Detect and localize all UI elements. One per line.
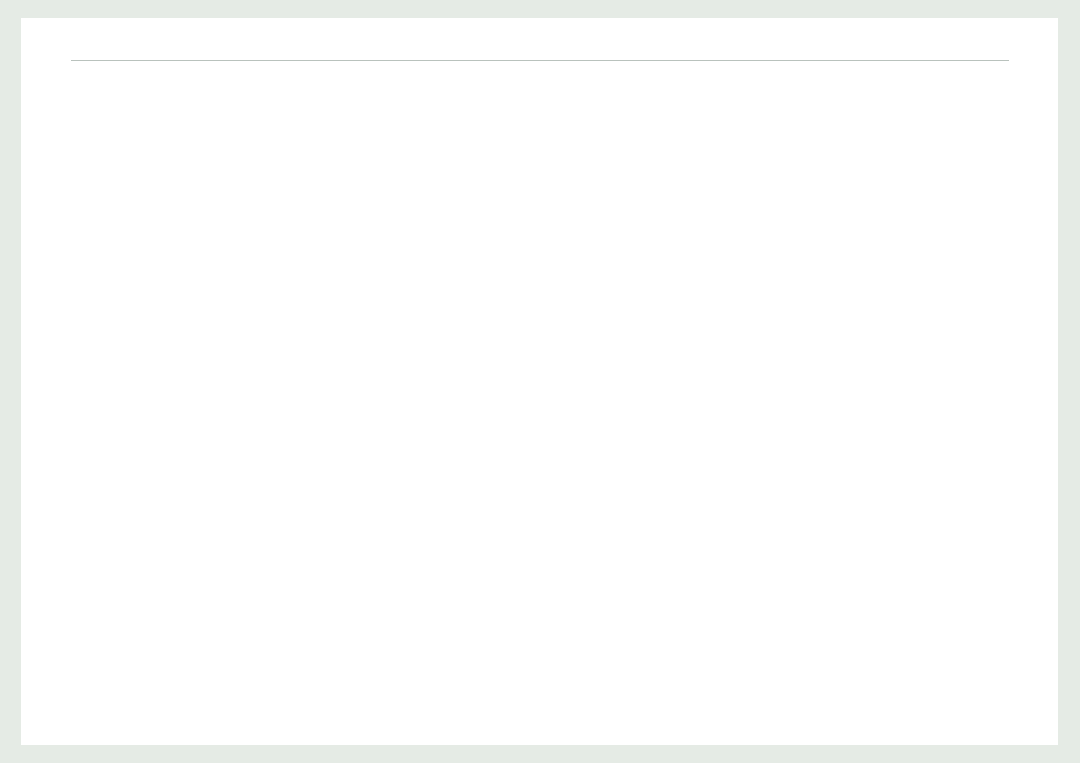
manual-page bbox=[21, 18, 1058, 745]
page-content bbox=[71, 54, 1009, 87]
header-divider bbox=[71, 60, 1009, 61]
